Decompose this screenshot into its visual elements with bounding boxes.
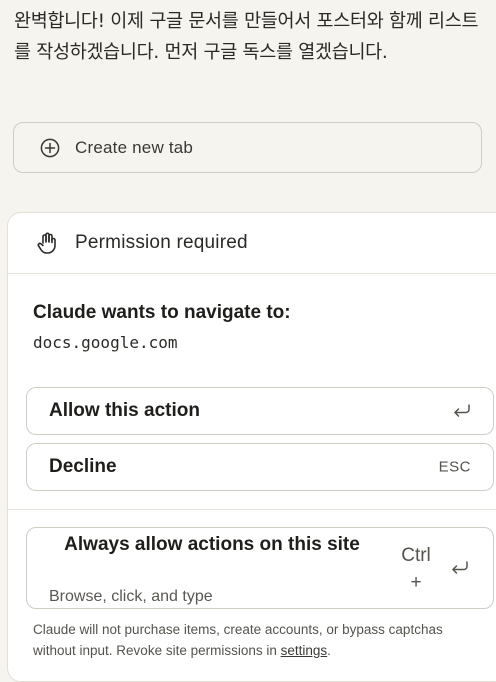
navigate-url: docs.google.com [33, 333, 178, 352]
plus-key: + [410, 572, 422, 593]
allow-action-label: Allow this action [49, 400, 200, 421]
permission-header: Permission required [8, 213, 496, 274]
permission-title: Permission required [75, 232, 248, 253]
always-allow-button[interactable]: Always allow actions on this site Browse… [26, 527, 494, 609]
settings-link[interactable]: settings [281, 643, 328, 658]
esc-shortcut: ESC [438, 458, 471, 476]
create-new-tab-button[interactable]: Create new tab [13, 122, 482, 173]
always-allow-title: Always allow actions on this site [64, 534, 360, 555]
assistant-message: 완벽합니다! 이제 구글 문서를 만들어서 포스터와 함께 리스트를 작성하겠습… [14, 11, 479, 63]
permission-panel: Permission required Claude wants to navi… [7, 212, 496, 682]
divider [8, 509, 496, 510]
decline-label: Decline [49, 456, 117, 477]
always-allow-subtitle: Browse, click, and type [49, 588, 213, 605]
return-icon [449, 559, 471, 577]
footnote-end: . [327, 643, 331, 658]
ctrl-key: Ctrl [401, 545, 431, 566]
decline-button[interactable]: Decline ESC [26, 443, 494, 491]
plus-circle-icon [40, 138, 60, 158]
navigate-heading: Claude wants to navigate to: [33, 302, 291, 323]
hand-icon [35, 231, 59, 255]
ctrl-shortcut: Ctrl + [397, 542, 435, 596]
permission-footnote: Claude will not purchase items, create a… [33, 619, 483, 661]
create-new-tab-label: Create new tab [75, 137, 194, 157]
allow-action-button[interactable]: Allow this action [26, 387, 494, 435]
footnote-text: Claude will not purchase items, create a… [33, 622, 443, 658]
return-icon [451, 402, 473, 420]
